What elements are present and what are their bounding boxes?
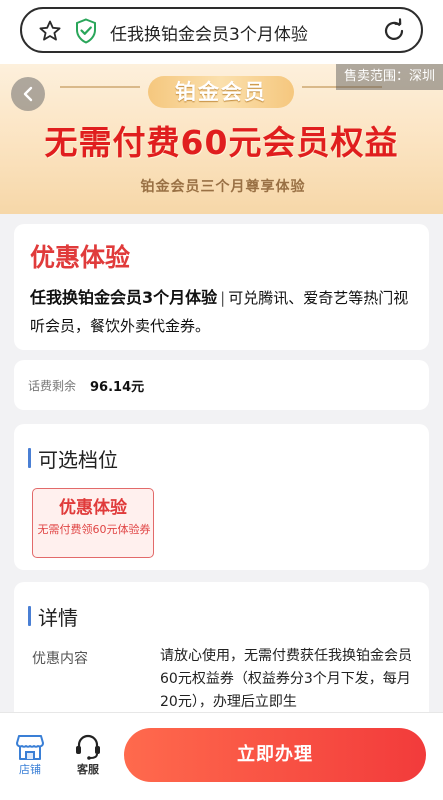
- banner-headline: 无需付费60元会员权益: [44, 123, 399, 162]
- detail-key: 优惠内容: [32, 651, 88, 667]
- promo-banner: 铂金会员 无需付费60元会员权益 铂金会员三个月尊享体验 售卖范围：深圳: [0, 64, 443, 214]
- chevron-left-icon: [23, 86, 33, 102]
- offer-card: 优惠体验 任我换铂金会员3个月体验 | 可兑腾讯、爱奇艺等热门视听会员，餐饮外卖代金…: [14, 224, 429, 350]
- offer-description: 任我换铂金会员3个月体验 | 可兑腾讯、爱奇艺等热门视听会员，餐饮外卖代金券。: [30, 284, 422, 340]
- detail-value: 请放心使用，无需付费获任我换铂金会员60元权益券（权益券分3个月下发，每月20元…: [160, 648, 412, 710]
- store-tab[interactable]: 店铺: [10, 733, 50, 781]
- reload-icon[interactable]: [381, 18, 407, 44]
- tier-options-card: 可选档位 优惠体验 无需付费领60元体验券: [14, 424, 429, 570]
- service-tab[interactable]: 客服: [68, 733, 108, 781]
- balance-card: 话费剩余 96.14元: [14, 360, 429, 410]
- bottom-action-bar: 店铺 客服 立即办理: [0, 712, 443, 800]
- browser-top-bar: 任我换铂金会员3个月体验: [0, 0, 443, 64]
- banner-subline: 铂金会员三个月尊享体验: [140, 179, 306, 195]
- banner-decor-line-left: [60, 86, 140, 88]
- address-bar[interactable]: 任我换铂金会员3个月体验: [20, 7, 423, 53]
- apply-now-button[interactable]: 立即办理: [124, 728, 426, 782]
- tier-option[interactable]: 优惠体验 无需付费领60元体验券: [32, 488, 154, 558]
- product-name: 任我换铂金会员3个月体验: [30, 288, 218, 307]
- details-card: 详情 优惠内容 请放心使用，无需付费获任我换铂金会员60元权益券（权益券分3个月…: [14, 582, 429, 722]
- tier-option-title: 优惠体验: [59, 498, 127, 518]
- tier-option-desc: 无需付费领60元体验券: [37, 523, 151, 536]
- section-title-tiers: 可选档位: [38, 448, 118, 472]
- section-marker: [28, 606, 31, 626]
- section-title-details: 详情: [38, 606, 78, 630]
- shield-check-icon: [76, 18, 96, 44]
- store-tab-label: 店铺: [19, 763, 41, 776]
- offer-title: 优惠体验: [30, 243, 131, 272]
- store-icon: [16, 735, 44, 760]
- service-tab-label: 客服: [77, 763, 99, 776]
- balance-value: 96.14元: [90, 380, 145, 395]
- headset-icon: [76, 734, 100, 760]
- page-title: 任我换铂金会员3个月体验: [110, 25, 308, 45]
- section-marker: [28, 448, 31, 468]
- balance-label: 话费剩余: [28, 379, 77, 393]
- banner-tag: 铂金会员: [148, 76, 294, 108]
- star-icon[interactable]: [38, 19, 62, 43]
- back-button[interactable]: [11, 77, 45, 111]
- sales-region-label: 售卖范围：深圳: [335, 64, 443, 90]
- separator: |: [220, 289, 226, 307]
